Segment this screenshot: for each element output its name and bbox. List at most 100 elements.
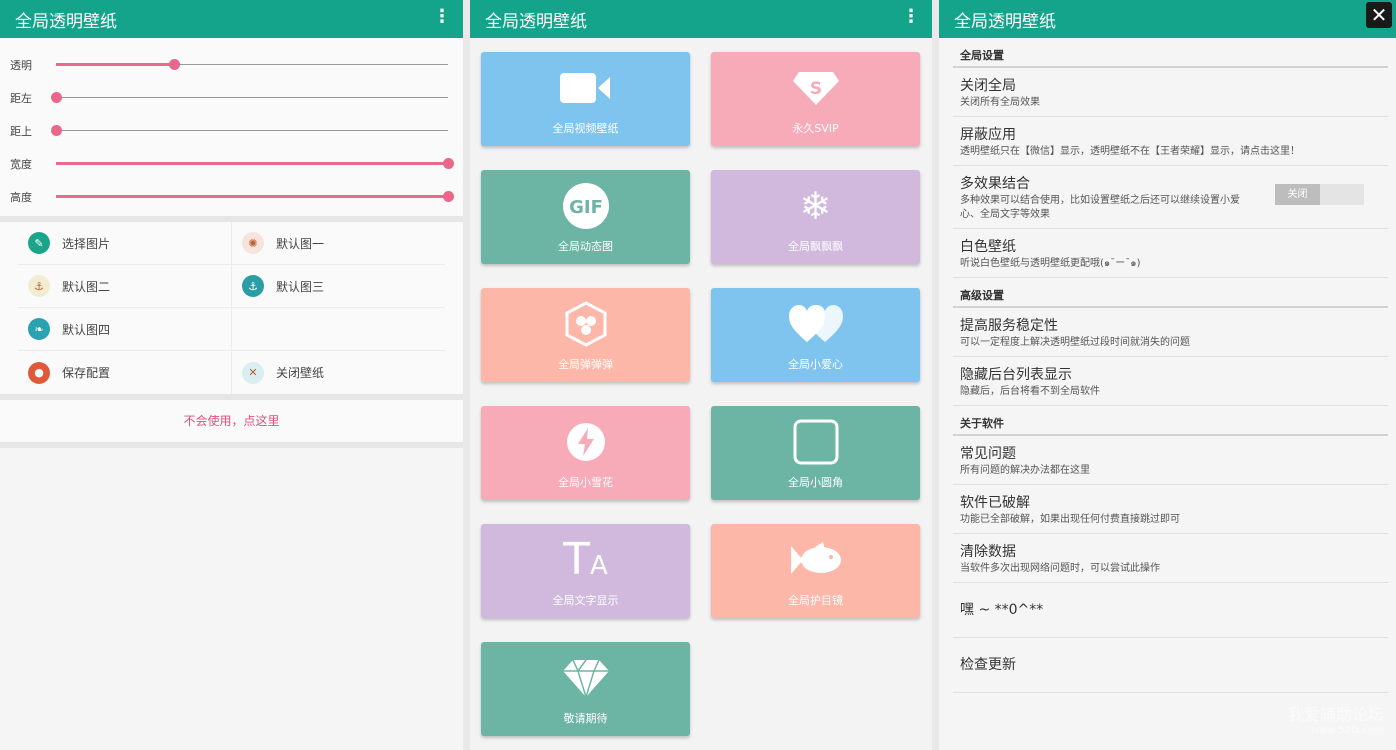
panel-effects: 全局透明壁纸 ⋮ 全局视频壁纸 S 永久SVIP GIF 全局动态图 ❄ 全局飘飘飘 全局弹弹…	[470, 0, 932, 750]
anchor-icon: ⚓	[242, 275, 264, 297]
settings-item-title: 软件已破解	[960, 495, 1030, 511]
settings-item-summary: 可以一定程度上解决透明壁纸过段时间就消失的问题	[960, 337, 1190, 348]
superman-s-icon: S	[711, 66, 920, 110]
effect-tile[interactable]: 全局小雪花	[481, 406, 690, 500]
option-label: 选择图片	[62, 236, 111, 251]
slider-thumb[interactable]	[443, 191, 454, 202]
tile-label: 全局视频壁纸	[552, 122, 619, 135]
option-item[interactable]: ✕ 关闭壁纸	[231, 351, 445, 394]
tile-label: 全局动态图	[558, 240, 613, 253]
tile-label: 全局小雪花	[558, 476, 613, 489]
option-item[interactable]: ⚓ 默认图二	[18, 265, 231, 307]
watermark-text: 我爱辅助论坛	[1287, 705, 1384, 724]
slider-thumb[interactable]	[168, 59, 180, 70]
option-label: 默认图一	[276, 236, 325, 251]
settings-item[interactable]: 隐藏后台列表显示 隐藏后，后台将看不到全局软件	[953, 357, 1388, 406]
section-title: 高级设置	[960, 289, 1004, 302]
effect-tile[interactable]: ❄ 全局飘飘飘	[711, 170, 920, 264]
gif-icon: GIF	[481, 183, 690, 229]
slider-track[interactable]	[56, 59, 448, 70]
settings-item[interactable]: 检查更新	[953, 638, 1388, 693]
settings-item-summary: 听说白色壁纸与透明壁纸更配哦(๑¯ー¯๑)	[960, 258, 1141, 269]
slider-track[interactable]	[51, 92, 448, 103]
divider	[0, 442, 463, 448]
settings-item[interactable]: 常见问题 所有问题的解决办法都在这里	[953, 436, 1388, 485]
section-header: 全局设置	[953, 38, 1388, 68]
option-empty	[231, 308, 445, 350]
slider-fill	[56, 162, 448, 165]
app-title: 全局透明壁纸	[954, 12, 1056, 32]
settings-item[interactable]: 软件已破解功能已全部破解，如果出现任何付费直接跳过即可	[953, 485, 1388, 534]
toggle-state: 关闭	[1275, 184, 1320, 205]
toggle-switch[interactable]: 关闭	[1275, 184, 1364, 205]
slider-thumb[interactable]	[51, 125, 62, 136]
more-menu-icon[interactable]: ⋮	[902, 5, 920, 29]
effect-tile[interactable]: 敬请期待	[481, 642, 690, 736]
effect-tile[interactable]: S 永久SVIP	[711, 52, 920, 146]
help-link[interactable]: 不会使用，点这里	[0, 400, 463, 442]
section-header: 高级设置	[953, 278, 1388, 308]
watermark-url: www.52fz.com	[1311, 725, 1384, 736]
pen-icon: ✎	[28, 232, 50, 254]
option-grid: ✎ 选择图片 ✺ 默认图一 ⚓ 默认图二 ⚓ 默认图三 ❧ 默认图四 ● 保存配置 ✕ 关闭壁纸	[0, 222, 463, 394]
settings-item-summary: 当软件多次出现网络问题时，可以尝试此操作	[960, 563, 1160, 574]
slider-thumb[interactable]	[443, 158, 454, 169]
tile-label: 全局小圆角	[788, 476, 843, 489]
settings-item-summary: 关闭所有全局效果	[960, 97, 1040, 108]
slider-label: 高度	[10, 191, 32, 204]
crab-icon: ✺	[242, 232, 264, 254]
close-icon[interactable]: ✕	[1366, 2, 1392, 28]
section-title: 全局设置	[960, 49, 1004, 62]
effect-tile[interactable]: TA 全局文字显示	[481, 524, 690, 618]
effect-tile[interactable]: 全局弹弹弹	[481, 288, 690, 382]
slider-label: 透明	[10, 59, 32, 72]
settings-item-title: 提高服务稳定性	[960, 318, 1058, 334]
effect-tile[interactable]: 全局小爱心	[711, 288, 920, 382]
slider-label: 距左	[10, 92, 32, 105]
app-title: 全局透明壁纸	[15, 12, 117, 32]
settings-item-summary: 功能已全部破解，如果出现任何付费直接跳过即可	[960, 514, 1180, 525]
option-item[interactable]: ⚓ 默认图三	[231, 265, 445, 307]
slider-thumb[interactable]	[51, 92, 62, 103]
slider-label: 距上	[10, 125, 32, 138]
watermark: 我爱辅助论坛 www.52fz.com	[1288, 701, 1384, 736]
settings-item[interactable]: 嘿 ~ **0^**	[953, 583, 1388, 638]
rounded-square-icon	[711, 419, 920, 465]
section-title: 关于软件	[960, 417, 1004, 430]
settings-item[interactable]: 提高服务稳定性可以一定程度上解决透明壁纸过段时间就消失的问题	[953, 308, 1388, 357]
option-item[interactable]: ❧ 默认图四	[18, 308, 231, 350]
settings-item[interactable]: 屏蔽应用 透明壁纸只在【微信】显示，透明壁纸不在【王者荣耀】显示，请点击这里！	[953, 117, 1388, 166]
app-bar: 全局透明壁纸 ✕	[939, 0, 1396, 38]
slider-label: 宽度	[10, 158, 32, 171]
more-menu-icon[interactable]: ⋮	[433, 5, 451, 29]
slider-group: 透明距左距上宽度高度	[0, 38, 463, 216]
slider-track[interactable]	[56, 191, 454, 202]
settings-item-title: 关闭全局	[960, 78, 1016, 94]
option-row: ❧ 默认图四	[18, 308, 445, 351]
effect-tile[interactable]: 全局护目镜	[711, 524, 920, 618]
effect-tile[interactable]: GIF 全局动态图	[481, 170, 690, 264]
fish-icon	[711, 538, 920, 582]
option-item[interactable]: ● 保存配置	[18, 351, 231, 394]
slider-track[interactable]	[51, 125, 448, 136]
hearts-icon	[711, 302, 920, 346]
settings-item[interactable]: 白色壁纸听说白色壁纸与透明壁纸更配哦(๑¯ー¯๑)	[953, 229, 1388, 278]
anchor-icon: ⚓	[28, 275, 50, 297]
diamond-icon	[481, 656, 690, 700]
settings-item[interactable]: 清除数据当软件多次出现网络问题时，可以尝试此操作	[953, 534, 1388, 583]
settings-item[interactable]: 多效果结合 多种效果可以结合使用，比如设置壁纸之后还可以继续设置小爱心、全局文字等…	[953, 166, 1388, 229]
video-camera-icon	[481, 66, 690, 110]
effect-tile[interactable]: 全局视频壁纸	[481, 52, 690, 146]
settings-item[interactable]: 关闭全局关闭所有全局效果	[953, 68, 1388, 117]
settings-item-title: 清除数据	[960, 544, 1016, 560]
lightning-icon	[481, 420, 690, 464]
option-item[interactable]: ✎ 选择图片	[18, 222, 231, 264]
option-item[interactable]: ✺ 默认图一	[231, 222, 445, 264]
effect-tile[interactable]: 全局小圆角	[711, 406, 920, 500]
option-label: 默认图四	[62, 322, 111, 337]
slider-track[interactable]	[56, 158, 454, 169]
tile-label: 全局文字显示	[552, 594, 619, 607]
svg-text:S: S	[809, 79, 821, 99]
settings-item-title: 白色壁纸	[960, 239, 1016, 255]
app-bar: 全局透明壁纸 ⋮	[0, 0, 463, 38]
